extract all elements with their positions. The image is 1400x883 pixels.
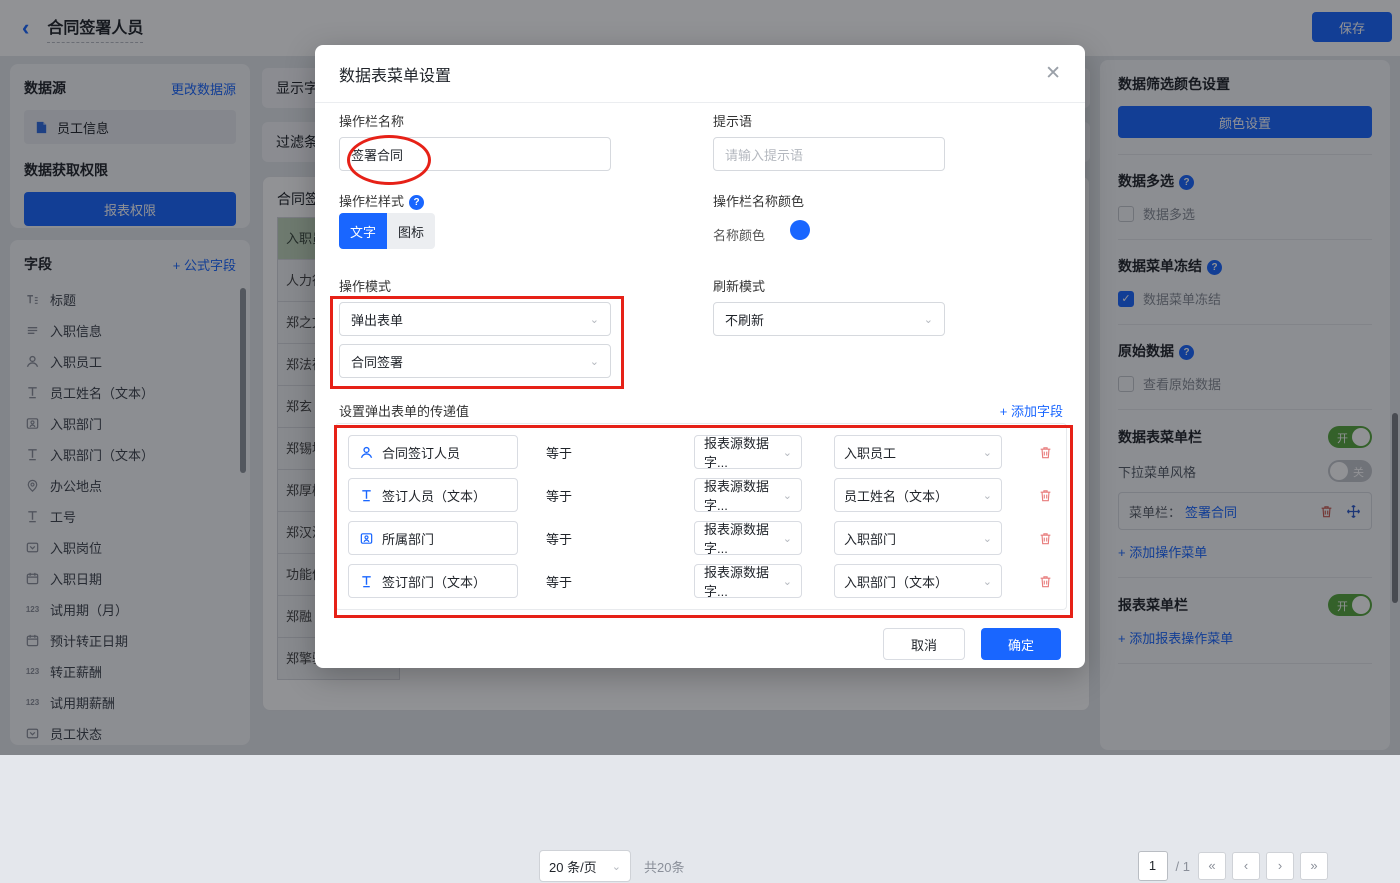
pass-values-container: 合同签订人员等于报表源数据字...⌄入职员工⌄签订人员（文本）等于报表源数据字.…: [335, 423, 1067, 610]
pass-value-row: 签订部门（文本）等于报表源数据字...⌄入职部门（文本）⌄: [348, 564, 1066, 598]
source-select-value: 报表源数据字...: [704, 433, 783, 471]
pass-field-label: 所属部门: [382, 529, 434, 548]
action-name-label: 操作栏名称: [339, 111, 404, 130]
last-page-button[interactable]: »: [1300, 852, 1328, 880]
chevron-down-icon: ⌄: [612, 860, 621, 873]
page-size-select[interactable]: 20 条/页 ⌄: [539, 850, 631, 882]
pass-value-row: 合同签订人员等于报表源数据字...⌄入职员工⌄: [348, 435, 1066, 469]
source-select-value: 报表源数据字...: [704, 519, 783, 557]
tip-label: 提示语: [713, 111, 752, 130]
source-select[interactable]: 报表源数据字...⌄: [694, 435, 802, 469]
source-select-value: 报表源数据字...: [704, 562, 783, 600]
page-number-input[interactable]: 1: [1138, 851, 1168, 881]
source-select[interactable]: 报表源数据字...⌄: [694, 478, 802, 512]
trash-icon[interactable]: [1038, 445, 1053, 460]
chevron-down-icon: ⌄: [783, 532, 792, 545]
trash-icon[interactable]: [1038, 488, 1053, 503]
operator-label: 等于: [546, 529, 574, 548]
action-mode-select[interactable]: 弹出表单⌄: [339, 302, 611, 336]
value-select-value: 入职员工: [844, 443, 896, 462]
name-color-section-label: 操作栏名称颜色: [713, 191, 804, 210]
page-size-value: 20 条/页: [549, 857, 597, 876]
dialog-title: 数据表菜单设置: [339, 62, 451, 86]
help-icon[interactable]: ?: [409, 195, 424, 210]
pass-field-label: 签订部门（文本）: [382, 572, 486, 591]
color-swatch[interactable]: [790, 220, 810, 240]
operator-label: 等于: [546, 486, 574, 505]
trash-icon[interactable]: [1038, 574, 1053, 589]
pass-field-input[interactable]: 签订部门（文本）: [348, 564, 518, 598]
chevron-down-icon: ⌄: [783, 446, 792, 459]
form-select[interactable]: 合同签署⌄: [339, 344, 611, 378]
action-name-value: 签署合同: [351, 145, 403, 164]
tab-text[interactable]: 文字: [339, 213, 387, 249]
chevron-down-icon: ⌄: [983, 489, 992, 502]
refresh-mode-select[interactable]: 不刷新⌄: [713, 302, 945, 336]
chevron-down-icon: ⌄: [783, 575, 792, 588]
tip-input[interactable]: 请输入提示语: [713, 137, 945, 171]
value-select[interactable]: 员工姓名（文本） ⌄: [834, 478, 1002, 512]
pass-field-input[interactable]: 签订人员（文本）: [348, 478, 518, 512]
operator-label: 等于: [546, 443, 574, 462]
first-page-button[interactable]: «: [1198, 852, 1226, 880]
total-count: 共20条: [644, 857, 684, 876]
operator-label: 等于: [546, 572, 574, 591]
close-icon[interactable]: ✕: [1045, 64, 1061, 83]
value-select-value: 员工姓名（文本）: [844, 486, 948, 505]
value-select[interactable]: 入职员工 ⌄: [834, 435, 1002, 469]
action-name-input[interactable]: 签署合同: [339, 137, 611, 171]
trash-icon[interactable]: [1038, 531, 1053, 546]
pagination-bar: 20 条/页 ⌄ 共20条 1 / 1 «‹›»: [539, 849, 1339, 883]
pass-value-row: 签订人员（文本）等于报表源数据字...⌄员工姓名（文本）⌄: [348, 478, 1066, 512]
dept-icon: [359, 531, 374, 546]
action-mode-value: 弹出表单: [351, 310, 403, 329]
pass-field-input[interactable]: 所属部门: [348, 521, 518, 555]
table-menu-settings-dialog: 数据表菜单设置 ✕ 操作栏名称 签署合同 提示语 请输入提示语 操作栏样式? 文…: [315, 45, 1085, 668]
tip-placeholder: 请输入提示语: [725, 145, 803, 164]
text-icon: [359, 488, 374, 503]
action-mode-label: 操作模式: [339, 276, 391, 295]
pass-value-row: 所属部门等于报表源数据字...⌄入职部门⌄: [348, 521, 1066, 555]
tab-icon[interactable]: 图标: [387, 213, 435, 249]
refresh-mode-value: 不刷新: [725, 310, 764, 329]
pass-field-label: 签订人员（文本）: [382, 486, 486, 505]
user-icon: [359, 445, 374, 460]
pass-field-label: 合同签订人员: [382, 443, 460, 462]
chevron-down-icon: ⌄: [783, 489, 792, 502]
form-select-value: 合同签署: [351, 352, 403, 371]
name-color-label: 名称颜色: [713, 225, 765, 244]
value-select-value: 入职部门（文本）: [844, 572, 948, 591]
value-select[interactable]: 入职部门 ⌄: [834, 521, 1002, 555]
refresh-mode-label: 刷新模式: [713, 276, 765, 295]
value-select[interactable]: 入职部门（文本） ⌄: [834, 564, 1002, 598]
source-select[interactable]: 报表源数据字...⌄: [694, 564, 802, 598]
add-field-link[interactable]: + 添加字段: [1000, 401, 1063, 420]
action-style-label: 操作栏样式?: [339, 191, 424, 210]
page-of-label: / 1: [1176, 859, 1190, 874]
confirm-button[interactable]: 确定: [981, 628, 1061, 660]
next-page-button[interactable]: ›: [1266, 852, 1294, 880]
chevron-down-icon: ⌄: [983, 532, 992, 545]
source-select[interactable]: 报表源数据字...⌄: [694, 521, 802, 555]
cancel-button[interactable]: 取消: [883, 628, 965, 660]
prev-page-button[interactable]: ‹: [1232, 852, 1260, 880]
action-style-tabs: 文字 图标: [339, 213, 435, 249]
chevron-down-icon: ⌄: [983, 575, 992, 588]
pass-field-input[interactable]: 合同签订人员: [348, 435, 518, 469]
source-select-value: 报表源数据字...: [704, 476, 783, 514]
text-icon: [359, 574, 374, 589]
pass-values-label: 设置弹出表单的传递值: [339, 401, 469, 420]
chevron-down-icon: ⌄: [983, 446, 992, 459]
value-select-value: 入职部门: [844, 529, 896, 548]
